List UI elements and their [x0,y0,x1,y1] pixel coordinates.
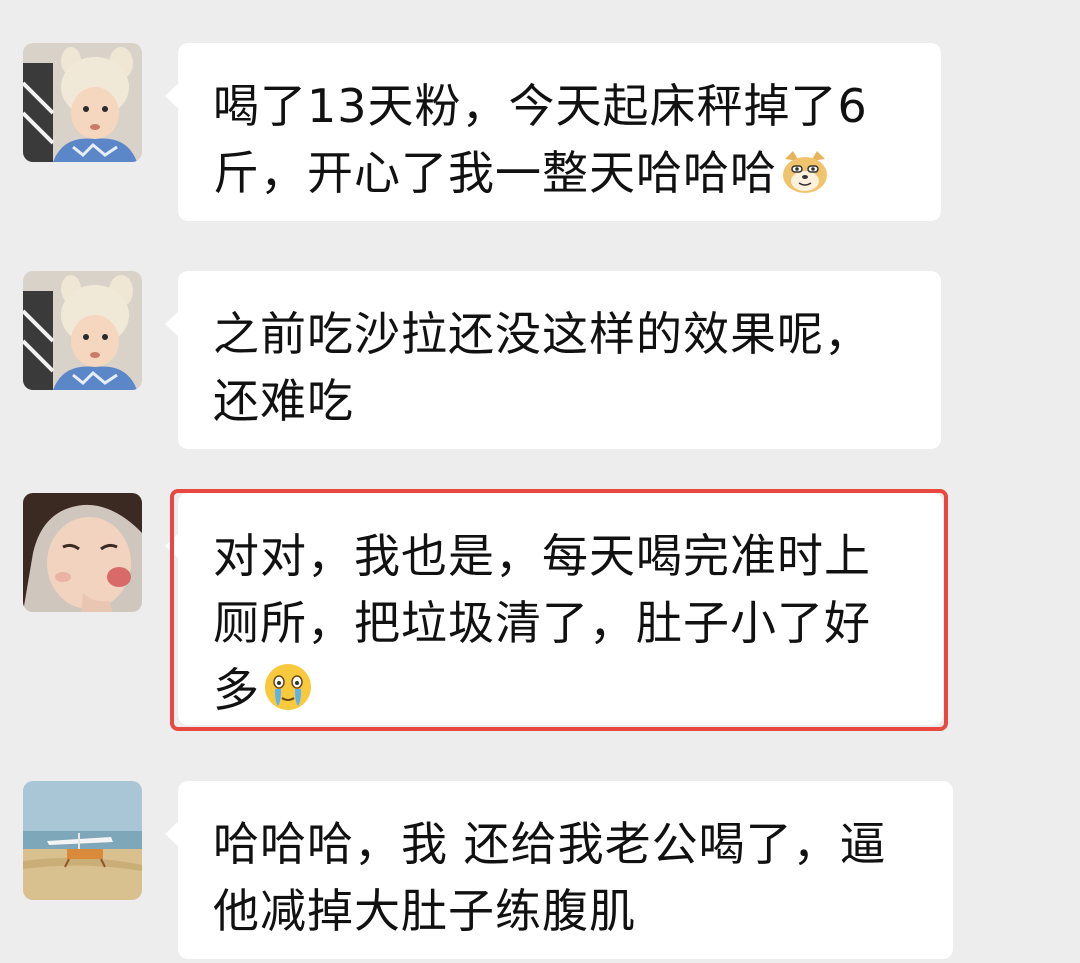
message-text-line: 他减掉大肚子练腹肌 [213,884,636,938]
message-bubble[interactable]: 哈哈哈，我 还给我老公喝了，逼 他减掉大肚子练腹肌 [165,781,953,959]
message-bubble[interactable]: 喝了13天粉，今天起床秤掉了6 斤，开心了我一整天哈哈哈 [165,43,941,221]
message-text-line: 斤，开心了我一整天哈哈哈 [213,140,907,213]
girl-avatar[interactable] [23,493,142,612]
toddler-avatar[interactable] [23,271,142,390]
message-text-line: 之前吃沙拉还没这样的效果呢， [213,307,871,361]
message-bubble[interactable]: 之前吃沙拉还没这样的效果呢， 还难吃 [165,271,941,449]
crying-laughing-emoji-icon [262,662,314,730]
beach-avatar[interactable] [23,781,142,900]
message-text-line: 对对，我也是，每天喝完准时上 [213,529,871,583]
doge-emoji-icon [779,146,831,213]
message-bubble[interactable]: 对对，我也是，每天喝完准时上 厕所，把垃圾清了，肚子小了好 多 [165,493,943,725]
message-text-line: 还难吃 [213,374,354,428]
toddler-avatar[interactable] [23,43,142,162]
message-text-line: 喝了13天粉，今天起床秤掉了6 [213,79,868,133]
message-text-line: 多 [213,657,909,730]
message-text-line: 哈哈哈，我 还给我老公喝了，逼 [213,817,887,871]
message-text-line: 厕所，把垃圾清了，肚子小了好 [213,596,871,650]
